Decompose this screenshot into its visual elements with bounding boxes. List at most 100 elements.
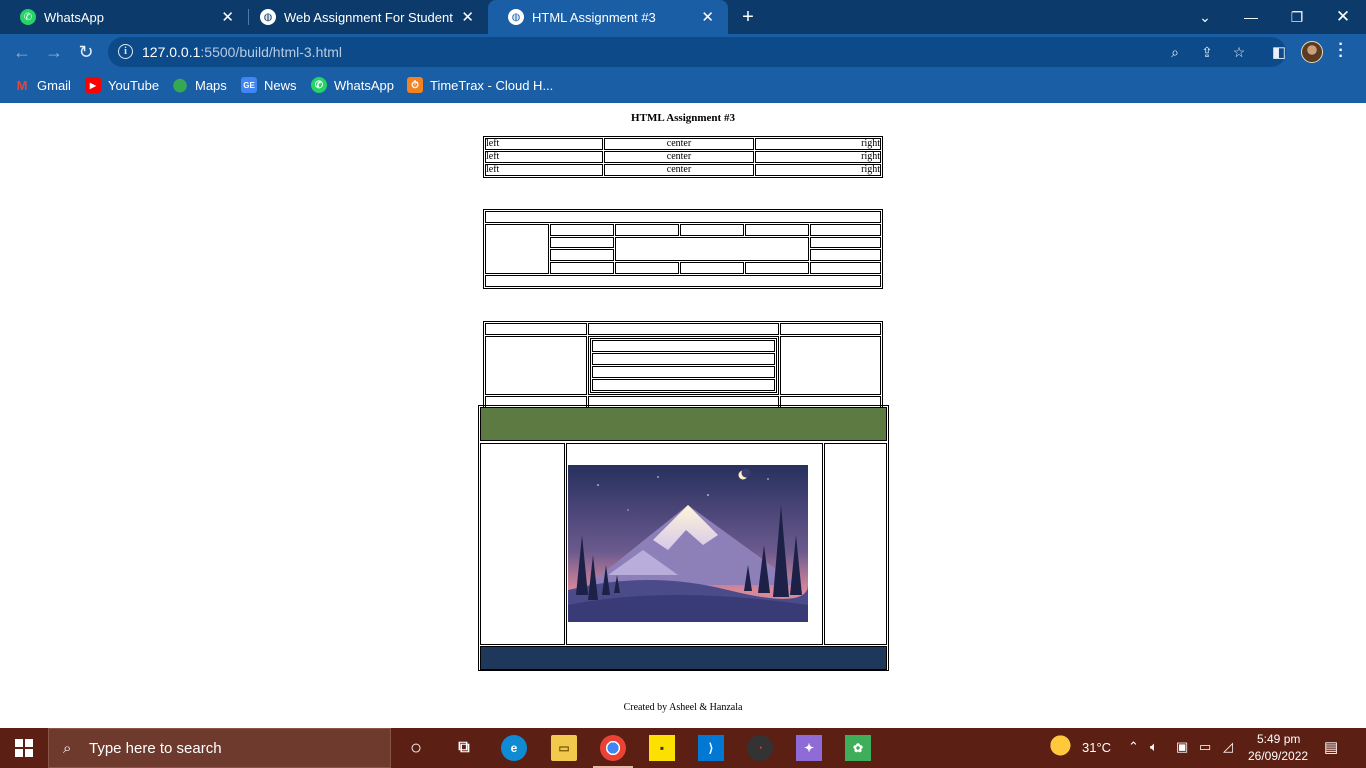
info-icon[interactable]: i <box>118 44 133 59</box>
battery-icon[interactable]: ▭ <box>1199 739 1211 755</box>
whatsapp-icon: ✆ <box>311 77 327 93</box>
start-button[interactable] <box>0 728 48 768</box>
minimize-button[interactable]: — <box>1228 0 1274 34</box>
table-cell <box>810 223 881 236</box>
timetrax-icon: ⏱ <box>407 77 423 93</box>
credit-text: Created by Asheel & Hanzala <box>623 702 743 713</box>
game-icon[interactable]: ✦ <box>796 735 822 761</box>
cell-center: center <box>604 151 754 163</box>
chevron-up-icon[interactable]: ⌃ <box>1128 739 1139 755</box>
share-icon[interactable]: ⇪ <box>1198 43 1216 61</box>
bookmark-star-icon[interactable]: ☆ <box>1230 43 1248 61</box>
tab-title: WhatsApp <box>44 9 104 25</box>
table-cell <box>592 366 775 378</box>
vscode-icon[interactable]: ⟩ <box>698 735 724 761</box>
table-cell <box>615 236 809 262</box>
bookmark-gmail[interactable]: M Gmail <box>14 77 71 93</box>
table-cell <box>745 262 809 275</box>
restore-button[interactable]: ❐ <box>1274 0 1320 34</box>
weather-temp[interactable]: 31°C <box>1082 740 1111 755</box>
close-icon[interactable]: ✕ <box>701 8 714 26</box>
zoom-icon[interactable]: ⌕ <box>1166 43 1184 61</box>
new-tab-button[interactable]: + <box>738 6 758 29</box>
table-cell <box>592 353 775 365</box>
table-row <box>485 323 881 335</box>
layout-table <box>478 405 889 671</box>
reload-button[interactable]: ↻ <box>74 40 98 64</box>
notifications-icon[interactable]: ▤ <box>1324 738 1338 756</box>
windows-taskbar: ⌕ Type here to search ○ ⧉ e ▭ ▪ ⟩ ◔ ✦ ✿ … <box>0 728 1366 768</box>
file-explorer-icon[interactable]: ▭ <box>551 735 577 761</box>
speaker-icon[interactable]: 🔈︎ <box>1150 739 1158 755</box>
table-cell <box>810 249 881 262</box>
table-cell <box>550 249 614 262</box>
cortana-icon[interactable]: ○ <box>403 735 429 761</box>
close-window-button[interactable]: ✕ <box>1320 0 1366 34</box>
bookmark-label: WhatsApp <box>334 77 394 93</box>
bookmark-maps[interactable]: ⬤ Maps <box>172 77 227 93</box>
bookmark-youtube[interactable]: ▶ YouTube <box>85 77 159 93</box>
table-cell <box>592 379 775 391</box>
search-icon: ⌕ <box>63 740 72 757</box>
table-row: left center right <box>485 151 881 163</box>
table-row <box>592 340 775 352</box>
table-cell <box>550 223 614 236</box>
chrome-icon[interactable] <box>600 735 626 761</box>
address-bar[interactable]: i 127.0.0.1:5500/build/html-3.html ⌕ ⇪ ☆ <box>108 37 1286 67</box>
meet-icon[interactable]: ▣ <box>1176 739 1188 755</box>
landscape-image <box>568 465 808 622</box>
header-band <box>480 407 887 441</box>
tab-whatsapp[interactable]: ✆ WhatsApp ✕ <box>0 0 248 34</box>
task-view-icon[interactable]: ⧉ <box>451 735 477 761</box>
bookmark-label: TimeTrax - Cloud H... <box>430 77 554 93</box>
table-cell <box>780 323 881 335</box>
weather-icon[interactable] <box>1050 735 1076 761</box>
table-cell <box>485 336 587 395</box>
table-row <box>485 223 881 275</box>
close-icon[interactable]: ✕ <box>221 8 234 26</box>
globe-icon: ◍ <box>508 9 524 25</box>
bookmark-news[interactable]: GE News <box>241 77 297 93</box>
left-column <box>480 443 565 645</box>
side-panel-icon[interactable]: ◧ <box>1267 40 1291 64</box>
bookmarks-bar: M Gmail ▶ YouTube ⬤ Maps GE News ✆ Whats… <box>0 70 1366 103</box>
url-text[interactable]: 127.0.0.1:5500/build/html-3.html <box>142 44 342 60</box>
table-cell <box>485 323 587 335</box>
edge-icon[interactable]: e <box>501 735 527 761</box>
tab-search-icon[interactable]: ⌄ <box>1182 0 1228 34</box>
browser-toolbar: ← → ↻ i 127.0.0.1:5500/build/html-3.html… <box>0 34 1366 70</box>
cell-left: left <box>485 151 603 163</box>
close-icon[interactable]: ✕ <box>461 8 474 26</box>
table-cell <box>745 223 809 236</box>
sticky-notes-icon[interactable]: ▪ <box>649 735 675 761</box>
table-cell <box>810 262 881 275</box>
avatar[interactable] <box>1301 41 1323 63</box>
table-row: left center right <box>485 138 881 150</box>
bookmark-label: News <box>264 77 297 93</box>
menu-icon[interactable]: · · · <box>1336 37 1346 65</box>
bookmark-timetrax[interactable]: ⏱ TimeTrax - Cloud H... <box>407 77 553 93</box>
cell-center: center <box>604 164 754 176</box>
clock-date[interactable]: 26/09/2022 <box>1248 749 1308 763</box>
tab-web-assignment[interactable]: ◍ Web Assignment For Student ✕ <box>240 0 488 34</box>
table-cell <box>588 323 779 335</box>
taskbar-search[interactable]: ⌕ Type here to search <box>48 728 391 768</box>
tab-html-assignment[interactable]: ◍ HTML Assignment #3 ✕ <box>488 0 728 34</box>
inner-table <box>590 338 777 393</box>
news-icon: GE <box>241 77 257 93</box>
table-cell <box>810 236 881 249</box>
table-row <box>592 366 775 378</box>
table-cell <box>680 262 744 275</box>
forward-button[interactable]: → <box>42 40 66 64</box>
table-row <box>592 353 775 365</box>
bookmark-whatsapp[interactable]: ✆ WhatsApp <box>311 77 394 93</box>
page-content: HTML Assignment #3 left center right lef… <box>0 103 1366 728</box>
back-button[interactable]: ← <box>10 40 34 64</box>
speedtest-icon[interactable]: ◔ <box>747 735 773 761</box>
game-icon[interactable]: ✿ <box>845 735 871 761</box>
gmail-icon: M <box>16 77 28 93</box>
table-cell <box>588 336 779 395</box>
wifi-icon[interactable]: ◿ <box>1223 739 1233 755</box>
table-cell <box>680 223 744 236</box>
clock-time[interactable]: 5:49 pm <box>1257 732 1300 746</box>
